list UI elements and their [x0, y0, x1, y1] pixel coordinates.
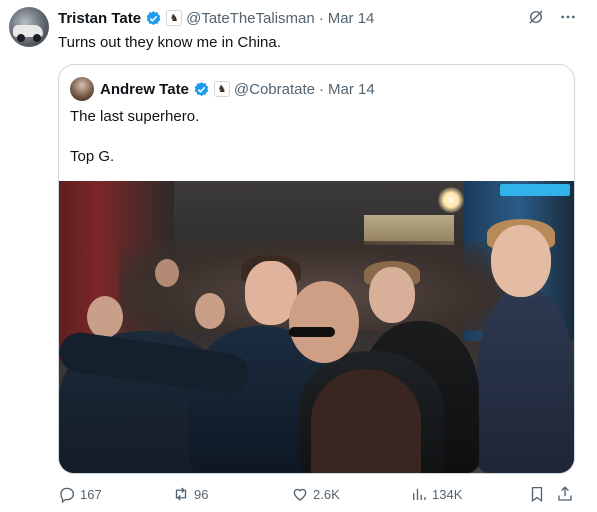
retweet-count: 96 [194, 486, 209, 502]
affiliate-badge-icon: ♞ [213, 81, 230, 97]
reply-count: 167 [80, 486, 102, 502]
more-icon[interactable] [559, 8, 577, 31]
affiliate-badge-icon[interactable]: ♞ [166, 10, 183, 26]
quoted-tweet[interactable]: Andrew Tate ♞ @Cobratate · Mar 14 The la… [58, 64, 575, 474]
views-count: 134K [432, 486, 463, 502]
tweet-text: Turns out they know me in China. [58, 34, 281, 51]
verified-badge-icon [146, 10, 161, 25]
separator-dot: · [319, 80, 325, 98]
avatar-wheel [17, 34, 25, 42]
video-media[interactable] [59, 181, 574, 473]
author-name[interactable]: Tristan Tate [58, 10, 141, 27]
scene-person [477, 287, 574, 473]
quoted-text-line: Top G. [70, 148, 115, 165]
views-button[interactable]: 134K [410, 482, 462, 506]
like-button[interactable]: 2.6K [291, 482, 340, 506]
retweet-icon [175, 487, 187, 501]
tweet-header: Tristan Tate ♞ @TateTheTalisman · Mar 14 [58, 8, 374, 28]
share-icon [558, 486, 572, 501]
verified-badge-icon [194, 81, 209, 96]
scene-person [289, 327, 335, 337]
scene-neon-sign [500, 184, 570, 196]
author-handle[interactable]: @TateTheTalisman [186, 10, 315, 27]
bookmark-button[interactable] [528, 482, 546, 506]
tweet-date[interactable]: Mar 14 [328, 10, 375, 27]
avatar-wheel [33, 34, 41, 42]
scene-person [311, 369, 421, 473]
separator-dot: · [318, 9, 324, 27]
grok-icon[interactable] [527, 8, 545, 31]
scene-street-light [438, 187, 464, 213]
reply-icon [60, 487, 75, 503]
tweet-action-bar: 167 96 2.6K 134K [58, 482, 578, 506]
bookmark-icon [531, 486, 543, 503]
scene-person [195, 293, 225, 329]
quoted-author-name: Andrew Tate [100, 80, 189, 98]
scene-person [155, 259, 179, 287]
quoted-tweet-date: Mar 14 [328, 80, 375, 98]
quoted-tweet-header: Andrew Tate ♞ @Cobratate · Mar 14 [70, 77, 375, 101]
tristan-tate-avatar[interactable] [9, 7, 49, 47]
reply-button[interactable]: 167 [58, 482, 102, 506]
quoted-author-handle: @Cobratate [233, 80, 316, 98]
scene-person [369, 267, 415, 323]
retweet-button[interactable]: 96 [172, 482, 208, 506]
andrew-tate-avatar [70, 77, 94, 101]
tweet-top-actions [527, 8, 577, 31]
quoted-tweet-text: The last superhero. Top G. [70, 107, 199, 167]
scene-person [289, 281, 359, 363]
share-button[interactable] [556, 482, 574, 506]
scene-person [87, 296, 123, 338]
scene-person [491, 225, 551, 297]
like-count: 2.6K [313, 486, 340, 502]
quoted-text-line: The last superhero. [70, 108, 200, 125]
heart-icon [293, 488, 307, 501]
views-icon [413, 488, 426, 500]
